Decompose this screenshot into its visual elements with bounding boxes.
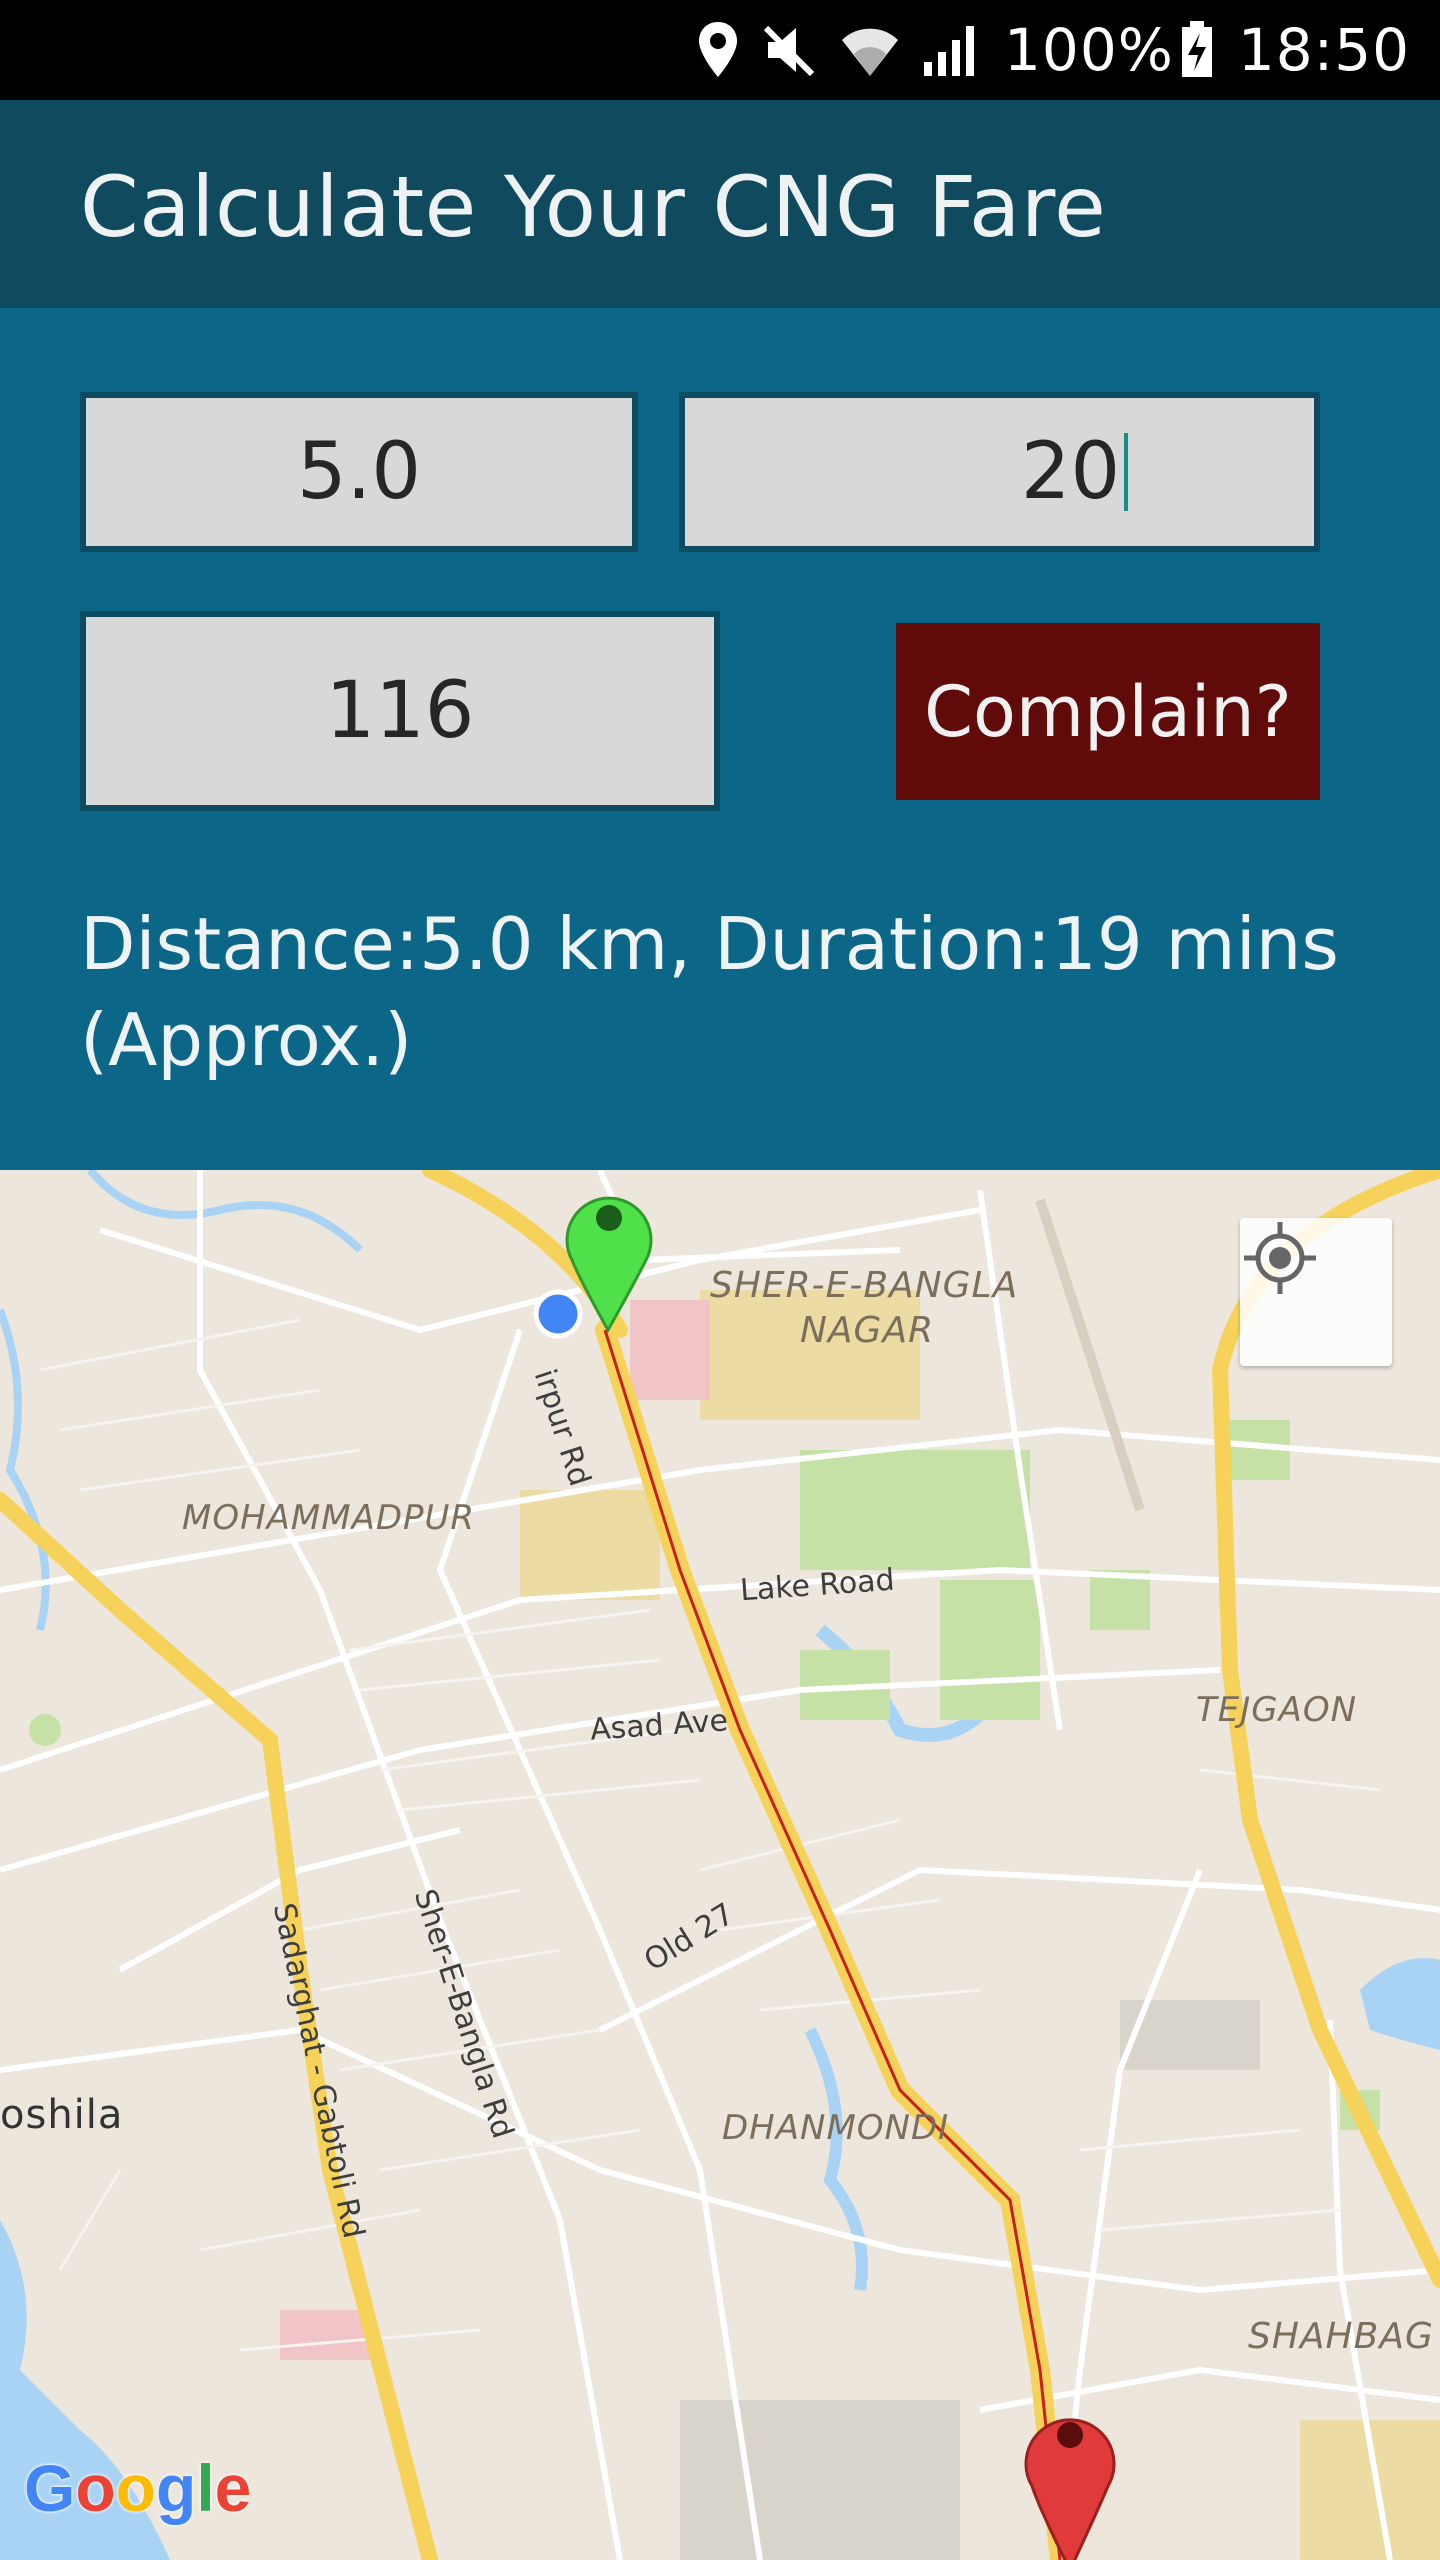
signal-icon xyxy=(922,20,980,80)
fare-form: 5.0 20 116 Complain? Distance:5.0 km, Du… xyxy=(0,308,1440,1170)
area-label-nagar: NAGAR xyxy=(800,1310,935,1351)
text-cursor xyxy=(1124,433,1129,511)
fare-value: 116 xyxy=(325,666,475,756)
crosshair-icon xyxy=(1244,1222,1316,1294)
residential-streets xyxy=(39,1318,1381,2352)
area-label-tejgaon: TEJGAON xyxy=(1196,1690,1358,1730)
app-bar: Calculate Your CNG Fare xyxy=(0,100,1440,308)
park-2 xyxy=(940,1580,1040,1720)
water-east xyxy=(1360,1958,1440,2050)
time-field[interactable]: 20 xyxy=(679,392,1320,552)
my-location-button[interactable] xyxy=(1240,1218,1392,1366)
hospital-2 xyxy=(630,1300,710,1400)
fare-field[interactable]: 116 xyxy=(80,611,720,811)
area-label-mohammadpur: MOHAMMADPUR xyxy=(182,1498,476,1538)
distance-value: 5.0 xyxy=(296,427,422,517)
park-6 xyxy=(29,1714,61,1746)
complain-button[interactable]: Complain? xyxy=(896,623,1320,800)
end-marker[interactable] xyxy=(1024,2418,1116,2560)
google-logo: Google xyxy=(24,2451,252,2525)
airfield-strip xyxy=(1035,1198,1145,1512)
time-value: 20 xyxy=(1020,427,1121,517)
area-label-oshila: oshila xyxy=(0,2092,124,2138)
map-canvas xyxy=(0,1170,1440,2560)
block-grey xyxy=(680,2400,960,2560)
map-view[interactable]: SHER-E-BANGLA NAGAR MOHAMMADPUR TEJGAON … xyxy=(0,1170,1440,2560)
status-bar: 100% 18:50 xyxy=(0,0,1440,100)
wifi-icon xyxy=(840,20,900,80)
area-label-dhanmondi: DHANMONDI xyxy=(722,2108,950,2148)
park-1 xyxy=(800,1450,1030,1570)
location-icon xyxy=(696,20,740,80)
current-location-dot xyxy=(533,1289,583,1339)
hospital-1 xyxy=(280,2310,370,2360)
clock: 18:50 xyxy=(1237,16,1410,84)
trip-summary: Distance:5.0 km, Duration:19 mins (Appro… xyxy=(80,902,1339,1082)
mute-icon xyxy=(762,20,818,80)
dhanmondi-lake xyxy=(804,2027,868,2291)
page-title: Calculate Your CNG Fare xyxy=(80,158,1107,256)
area-label-sher-e-bangla: SHER-E-BANGLA xyxy=(710,1265,1019,1306)
area-label-shahbag: SHAHBAG xyxy=(1248,2316,1434,2357)
campus-2 xyxy=(520,1490,660,1600)
battery-charging-icon xyxy=(1180,20,1214,80)
distance-field[interactable]: 5.0 xyxy=(80,392,638,552)
battery-percent: 100% xyxy=(1004,16,1174,84)
